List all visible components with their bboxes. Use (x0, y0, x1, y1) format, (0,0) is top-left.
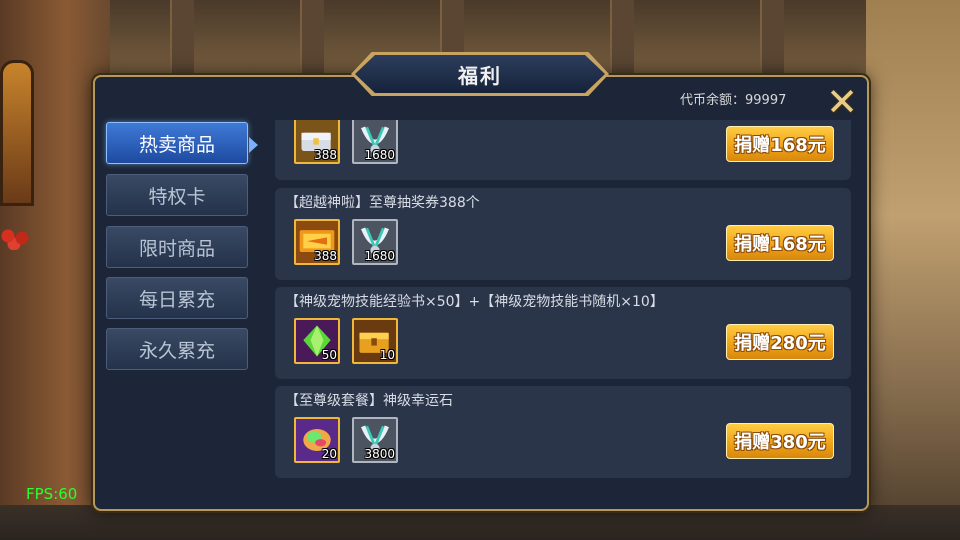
reward-item[interactable]: 10 (352, 318, 398, 364)
product-list[interactable]: 388 1680 捐赠168元 【超越神啦】至尊抽奖券388个 388 1680… (275, 120, 851, 482)
close-button[interactable]: ✕ (824, 80, 860, 124)
product-card: 【至尊级套餐】神级幸运石 20 3800 捐赠380元 (275, 386, 851, 478)
close-x-icon: ✕ (826, 80, 858, 124)
item-count: 388 (314, 148, 337, 162)
reward-item[interactable]: 1680 (352, 219, 398, 265)
sidebar-item-label: 永久累充 (138, 339, 215, 362)
currency-balance: 代币余额：99997 (680, 93, 787, 108)
donate-button[interactable]: 捐赠280元 (726, 324, 834, 360)
sidebar-item-label: 特权卡 (148, 185, 206, 208)
background-building-right (866, 0, 960, 540)
item-count: 3800 (364, 447, 395, 461)
background-pillar (170, 0, 194, 80)
item-count: 20 (321, 447, 337, 461)
sidebar-item-label: 热卖商品 (138, 133, 215, 156)
product-card: 388 1680 捐赠168元 (275, 120, 851, 180)
background-pillar (610, 0, 634, 80)
reward-item[interactable]: 388 (294, 120, 340, 164)
active-tab-arrow-icon (249, 137, 258, 153)
item-count: 388 (314, 249, 337, 263)
background-pillar (760, 0, 784, 80)
product-title: 【至尊级套餐】神级幸运石 (285, 393, 453, 409)
fps-counter: FPS:60 (26, 485, 78, 503)
donate-button[interactable]: 捐赠168元 (726, 225, 834, 261)
item-count: 1680 (364, 249, 395, 263)
background-fruit-basket (0, 228, 34, 250)
product-title: 【超越神啦】至尊抽奖券388个 (285, 195, 480, 211)
sidebar-item-limited-items[interactable]: 限时商品 (106, 226, 248, 268)
reward-item[interactable]: 20 (294, 417, 340, 463)
reward-item[interactable]: 3800 (352, 417, 398, 463)
background-pillar (300, 0, 324, 80)
sidebar-item-hot-sale[interactable]: 热卖商品 (106, 122, 248, 164)
item-count: 1680 (364, 148, 395, 162)
donate-button[interactable]: 捐赠168元 (726, 126, 834, 162)
background-arch-window (0, 60, 34, 206)
sidebar-item-privilege-card[interactable]: 特权卡 (106, 174, 248, 216)
product-card: 【神级宠物技能经验书×50】+【神级宠物技能书随机×10】 50 10 捐赠28… (275, 287, 851, 379)
sidebar-item-label: 每日累充 (138, 288, 215, 311)
reward-item[interactable]: 388 (294, 219, 340, 265)
panel-title: 福利 (355, 55, 605, 93)
item-count: 50 (321, 348, 337, 362)
reward-item[interactable]: 1680 (352, 120, 398, 164)
product-card: 【超越神啦】至尊抽奖券388个 388 1680 捐赠168元 (275, 188, 851, 280)
sidebar-item-label: 限时商品 (138, 237, 215, 260)
product-title: 【神级宠物技能经验书×50】+【神级宠物技能书随机×10】 (285, 294, 664, 310)
sidebar-item-daily-recharge[interactable]: 每日累充 (106, 277, 248, 319)
reward-item[interactable]: 50 (294, 318, 340, 364)
sidebar-item-permanent-recharge[interactable]: 永久累充 (106, 328, 248, 370)
donate-button[interactable]: 捐赠380元 (726, 423, 834, 459)
item-count: 10 (379, 348, 395, 362)
